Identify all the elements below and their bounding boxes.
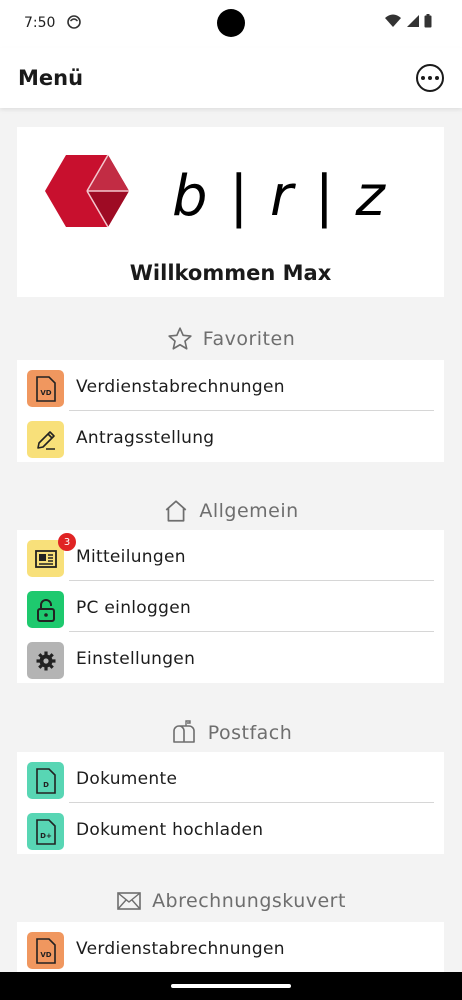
favoriten-card: VD Verdienstabrechnungen Antragsstellung — [17, 360, 444, 462]
notification-badge: 3 — [58, 533, 76, 551]
front-camera — [217, 9, 245, 37]
postfach-card: D Dokumente D+ Dokument hochladen — [17, 752, 444, 854]
dot — [421, 76, 425, 80]
brz-logo-text: b | r | z — [172, 164, 387, 229]
svg-text:D: D — [43, 781, 49, 789]
wifi-icon — [385, 14, 401, 27]
list-item-pc-einloggen[interactable]: PC einloggen — [17, 581, 444, 632]
item-label: Antragsstellung — [76, 428, 215, 448]
list-item-dokument-hochladen[interactable]: D+ Dokument hochladen — [17, 803, 444, 854]
item-label: Mitteilungen — [76, 547, 186, 567]
document-vd-icon: VD — [27, 932, 64, 969]
list-item-mitteilungen[interactable]: 3 Mitteilungen — [17, 530, 444, 581]
document-vd-icon: VD — [27, 370, 64, 407]
abrechnungskuvert-card: VD Verdienstabrechnungen — [17, 922, 444, 972]
svg-text:VD: VD — [40, 951, 51, 959]
more-options-button[interactable] — [416, 64, 444, 92]
envelope-icon — [117, 892, 141, 910]
status-bar: 7:50 — [0, 0, 462, 48]
list-item-einstellungen[interactable]: Einstellungen — [17, 632, 444, 683]
welcome-text: Willkommen Max — [129, 261, 332, 285]
mailbox-icon — [172, 720, 195, 743]
item-label: Dokument hochladen — [76, 820, 264, 840]
brz-logo-icon — [45, 154, 129, 228]
home-icon — [166, 500, 187, 522]
item-label: Verdienstabrechnungen — [76, 377, 285, 397]
list-item-verdienstabrechnungen[interactable]: VD Verdienstabrechnungen — [17, 360, 444, 411]
svg-text:D+: D+ — [40, 832, 52, 840]
battery-icon — [424, 14, 432, 28]
gear-icon — [27, 642, 64, 679]
item-label: Verdienstabrechnungen — [76, 939, 285, 959]
section-title: Allgemein — [199, 500, 299, 522]
unlock-icon — [27, 591, 64, 628]
page-title: Menü — [18, 66, 84, 90]
star-icon — [168, 327, 192, 350]
section-title: Postfach — [207, 722, 293, 744]
dot — [428, 76, 432, 80]
item-label: Einstellungen — [76, 649, 196, 669]
document-upload-icon: D+ — [27, 813, 64, 850]
section-header-allgemein: Allgemein — [0, 498, 462, 524]
list-item-dokumente[interactable]: D Dokumente — [17, 752, 444, 803]
section-title: Favoriten — [202, 328, 296, 350]
app-bar: Menü — [0, 48, 462, 108]
document-d-icon: D — [27, 762, 64, 799]
section-header-postfach: Postfach — [0, 720, 462, 746]
item-label: PC einloggen — [76, 598, 192, 618]
list-item-verdienstabrechnungen-kuvert[interactable]: VD Verdienstabrechnungen — [17, 922, 444, 972]
signal-icon — [407, 15, 419, 27]
svg-text:VD: VD — [40, 389, 51, 397]
list-item-antragsstellung[interactable]: Antragsstellung — [17, 411, 444, 462]
status-time: 7:50 — [24, 15, 56, 31]
item-label: Dokumente — [76, 769, 178, 789]
section-header-abrechnungskuvert: Abrechnungskuvert — [0, 890, 462, 912]
dot — [435, 76, 439, 80]
pencil-icon — [27, 421, 64, 458]
home-gesture-handle[interactable] — [171, 984, 291, 988]
section-title: Abrechnungskuvert — [152, 890, 346, 912]
notification-icon — [67, 15, 81, 29]
section-header-favoriten: Favoriten — [0, 326, 462, 352]
allgemein-card: 3 Mitteilungen PC einloggen Einstellunge… — [17, 530, 444, 683]
